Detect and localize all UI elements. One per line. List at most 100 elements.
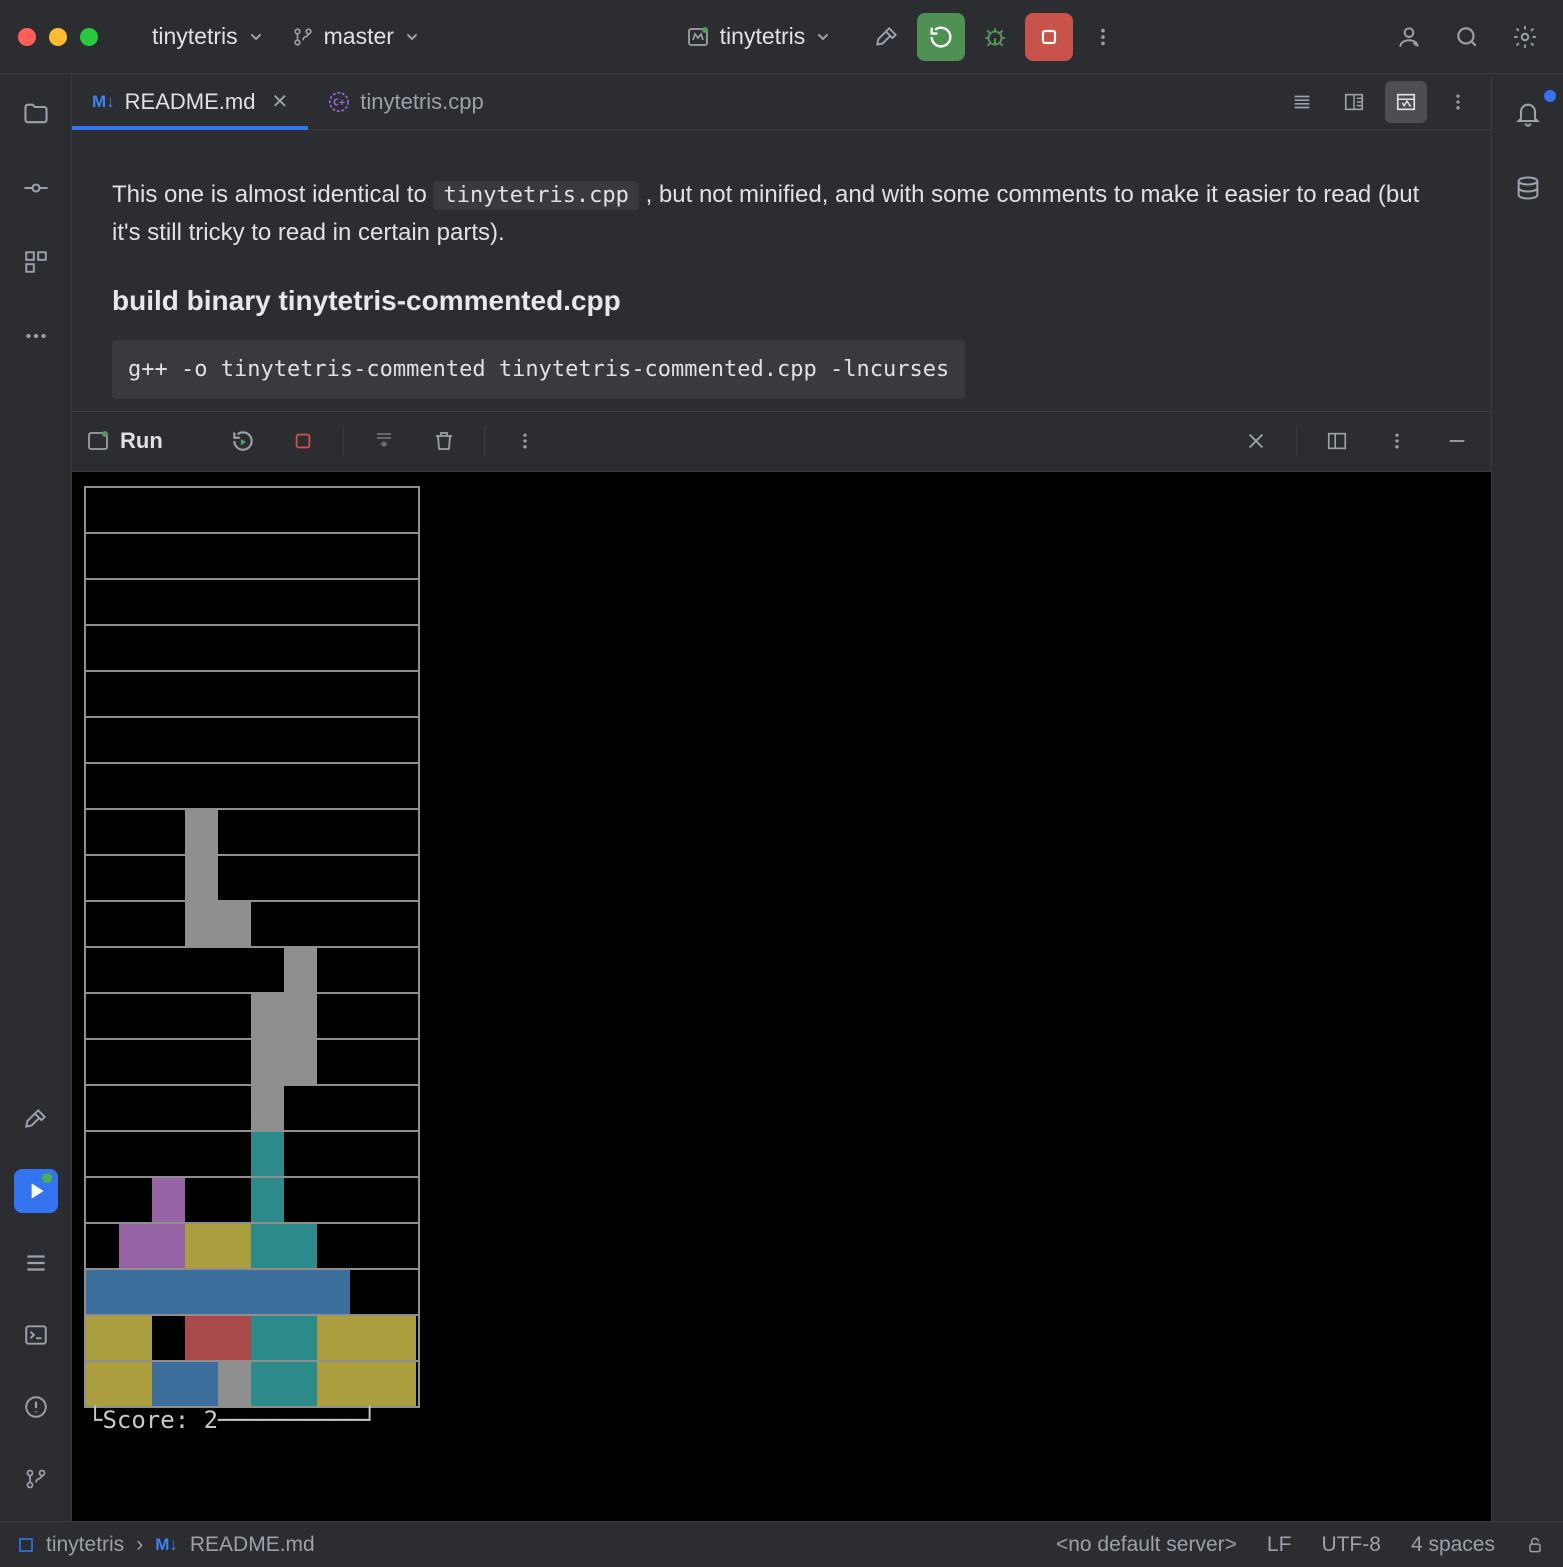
indent-setting[interactable]: 4 spaces [1411, 1533, 1495, 1557]
person-add-icon [1396, 24, 1422, 50]
branch-selector[interactable]: master [292, 23, 420, 50]
chevron-down-icon [815, 29, 831, 45]
close-window[interactable] [18, 28, 36, 46]
heading: build binary tinytetris-commented.cpp [112, 279, 1451, 324]
markdown-preview: This one is almost identical to tinytetr… [72, 130, 1491, 411]
markdown-icon: M↓ [155, 1535, 178, 1555]
clear-all-button[interactable] [424, 421, 464, 461]
lock-open-icon[interactable] [1525, 1535, 1545, 1555]
chevron-down-icon [248, 29, 264, 45]
run-tool-window: Run [72, 411, 1491, 1521]
file-encoding[interactable]: UTF-8 [1321, 1533, 1381, 1557]
settings-button[interactable] [1505, 17, 1545, 57]
stop-icon [1037, 25, 1061, 49]
server-status[interactable]: <no default server> [1056, 1533, 1237, 1557]
tetris-board [84, 486, 420, 1408]
line-separator[interactable]: LF [1267, 1533, 1292, 1557]
code-block: g++ -o tinytetris-commented tinytetris-c… [112, 340, 965, 399]
rerun-icon [230, 428, 256, 454]
build-tool-button[interactable] [14, 1097, 58, 1141]
chevron-down-icon [404, 29, 420, 45]
maximize-window[interactable] [80, 28, 98, 46]
panel-more-options[interactable] [1377, 421, 1417, 461]
editor-view-source[interactable] [1281, 81, 1323, 123]
chevron-right-icon: › [136, 1533, 143, 1557]
commit-icon [22, 174, 50, 202]
rerun-icon [927, 23, 955, 51]
notifications-button[interactable] [1506, 92, 1550, 136]
run-more-options[interactable] [505, 421, 545, 461]
rerun-button[interactable] [223, 421, 263, 461]
scroll-to-end-button[interactable] [364, 421, 404, 461]
terminal-tool-button[interactable] [14, 1313, 58, 1357]
cpp-icon: C+ [328, 91, 350, 113]
terminal-icon [23, 1322, 49, 1348]
close-run-panel[interactable] [1236, 421, 1276, 461]
database-tool-button[interactable] [1506, 166, 1550, 210]
terminal-output[interactable]: └Score: 2──────────┘ [72, 472, 1491, 1521]
project-name: tinytetris [152, 23, 238, 50]
lines-icon [1291, 91, 1313, 113]
inline-code: tinytetris.cpp [433, 181, 638, 210]
run-tab[interactable]: Run [86, 428, 163, 454]
search-everywhere-button[interactable] [1447, 17, 1487, 57]
minimize-window[interactable] [49, 28, 67, 46]
vcs-tool-button[interactable] [14, 1457, 58, 1501]
editor-view-split[interactable] [1333, 81, 1375, 123]
breadcrumb[interactable]: tinytetris › M↓ README.md [18, 1533, 315, 1557]
editor-tabs: M↓ README.md ✕ C+ tinytetris.cpp [72, 74, 1491, 130]
stop-button[interactable] [1025, 13, 1073, 61]
paragraph: This one is almost identical to tinytetr… [112, 176, 1451, 253]
project-tool-button[interactable] [14, 92, 58, 136]
main-editor-area: M↓ README.md ✕ C+ tinytetris.cpp [72, 74, 1491, 1521]
search-icon [1454, 24, 1480, 50]
markdown-icon: M↓ [92, 92, 115, 112]
hammer-icon [874, 24, 900, 50]
more-run-options[interactable] [1083, 17, 1123, 57]
more-vertical-icon [515, 431, 535, 451]
more-tools-button[interactable] [14, 314, 58, 358]
crumb-file: README.md [190, 1533, 315, 1557]
todo-tool-button[interactable] [14, 1241, 58, 1285]
rerun-button[interactable] [917, 13, 965, 61]
preview-icon [1395, 91, 1417, 113]
list-icon [23, 1250, 49, 1276]
stop-button[interactable] [283, 421, 323, 461]
editor-view-preview[interactable] [1385, 81, 1427, 123]
build-button[interactable] [867, 17, 907, 57]
branch-name: master [324, 23, 394, 50]
commit-tool-button[interactable] [14, 166, 58, 210]
run-config-selector[interactable]: tinytetris [686, 23, 832, 50]
run-toolbar: Run [72, 412, 1491, 472]
score-line: └Score: 2──────────┘ [88, 1406, 1483, 1434]
layout-icon [1326, 430, 1348, 452]
run-label: Run [120, 428, 163, 454]
svg-text:C+: C+ [333, 97, 345, 108]
tab-label: README.md [125, 89, 256, 115]
more-vertical-icon [1092, 26, 1114, 48]
notification-badge [1544, 90, 1556, 102]
project-selector[interactable]: tinytetris [152, 23, 264, 50]
minimize-panel[interactable] [1437, 421, 1477, 461]
layout-settings[interactable] [1317, 421, 1357, 461]
score-label: Score: [102, 1406, 189, 1434]
editor-more-options[interactable] [1437, 81, 1479, 123]
score-value: 2 [204, 1406, 218, 1434]
crumb-root: tinytetris [46, 1533, 124, 1557]
more-horizontal-icon [23, 323, 49, 349]
problems-tool-button[interactable] [14, 1385, 58, 1429]
debug-button[interactable] [975, 17, 1015, 57]
module-icon [18, 1537, 34, 1553]
more-vertical-icon [1387, 431, 1407, 451]
right-tool-rail [1491, 74, 1563, 1521]
tab-readme[interactable]: M↓ README.md ✕ [72, 74, 308, 129]
code-with-me-button[interactable] [1389, 17, 1429, 57]
structure-tool-button[interactable] [14, 240, 58, 284]
minimize-icon [1446, 430, 1468, 452]
warning-icon [23, 1394, 49, 1420]
folder-icon [22, 100, 50, 128]
structure-icon [23, 249, 49, 275]
close-tab-icon[interactable]: ✕ [271, 89, 288, 114]
tab-tinytetris-cpp[interactable]: C+ tinytetris.cpp [308, 74, 504, 129]
run-tool-button[interactable] [14, 1169, 58, 1213]
